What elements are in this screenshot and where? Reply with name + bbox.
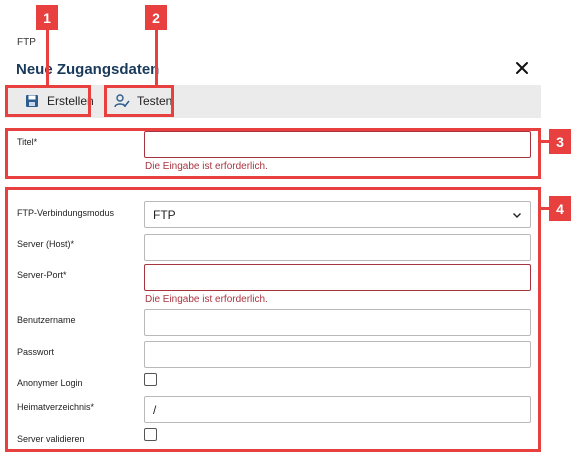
password-input[interactable] <box>144 341 531 368</box>
callout-line-2 <box>155 30 158 85</box>
anonymous-login-label: Anonymer Login <box>17 378 83 388</box>
title-input[interactable] <box>144 131 531 158</box>
username-input[interactable] <box>144 309 531 336</box>
password-label: Passwort <box>17 347 55 357</box>
port-error: Die Eingabe ist erforderlich. <box>145 294 268 305</box>
validate-server-label: Server validieren <box>17 434 85 444</box>
callout-line-1 <box>46 30 49 85</box>
dialog-title: Neue Zugangsdaten <box>16 61 160 78</box>
anonymous-login-checkbox[interactable] <box>144 373 157 386</box>
home-directory-label: Heimatverzeichnis* <box>17 402 95 412</box>
callout-box-1 <box>5 85 91 117</box>
close-icon <box>516 62 528 74</box>
close-button[interactable] <box>510 56 534 80</box>
callout-badge-4: 4 <box>549 196 571 221</box>
username-label: Benutzername <box>17 315 76 325</box>
port-input[interactable] <box>144 264 531 291</box>
callout-box-2 <box>104 85 174 117</box>
callout-badge-2: 2 <box>145 5 167 30</box>
mode-label: FTP-Verbindungsmodus <box>17 208 115 218</box>
host-label: Server (Host)* <box>17 239 75 249</box>
home-directory-input[interactable] <box>144 396 531 423</box>
host-input[interactable] <box>144 234 531 261</box>
validate-server-checkbox[interactable] <box>144 428 157 441</box>
title-error: Die Eingabe ist erforderlich. <box>145 161 268 172</box>
port-label: Server-Port* <box>17 270 67 280</box>
breadcrumb: FTP <box>17 37 36 48</box>
title-label: Titel* <box>17 137 38 147</box>
callout-badge-3: 3 <box>549 129 571 154</box>
mode-select[interactable]: FTP <box>144 201 531 228</box>
chevron-down-icon <box>513 212 521 218</box>
mode-select-value: FTP <box>153 207 176 222</box>
callout-badge-1: 1 <box>36 5 58 30</box>
